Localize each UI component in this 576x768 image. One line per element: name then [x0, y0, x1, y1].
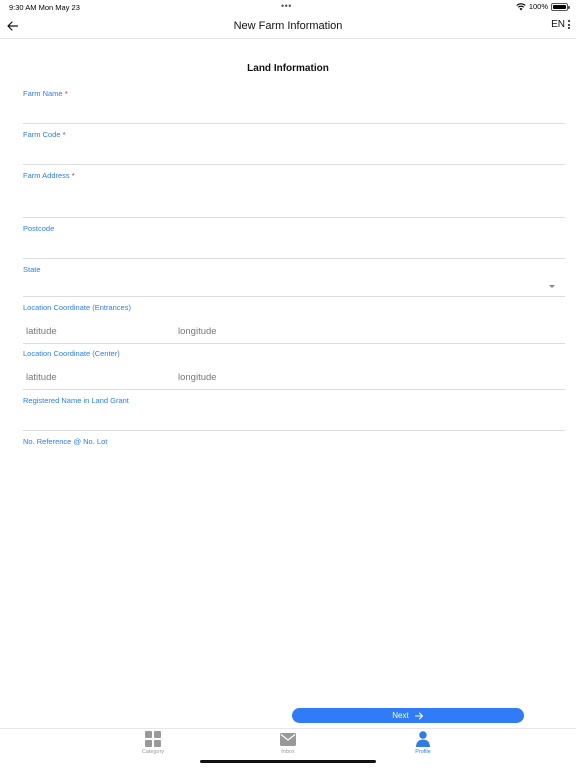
farm-code-field: Farm Code * [23, 130, 565, 165]
center-latitude-input[interactable] [26, 369, 166, 385]
required-marker: * [62, 130, 66, 139]
next-button-label: Next [392, 711, 409, 720]
navigation-bar: New Farm Information EN [0, 14, 576, 39]
tab-category-label: Category [141, 749, 165, 755]
tab-category[interactable]: Category [123, 731, 183, 755]
entrances-latitude-input[interactable] [26, 323, 166, 339]
person-icon [415, 731, 431, 747]
next-button[interactable]: Next [292, 708, 524, 723]
grid-icon [145, 731, 161, 747]
section-title: Land Information [247, 63, 329, 74]
state-label: State [23, 265, 41, 274]
farm-name-input[interactable] [23, 107, 565, 121]
entrances-longitude-input[interactable] [178, 323, 318, 339]
farm-name-field: Farm Name * [23, 89, 565, 124]
language-selector[interactable]: EN [551, 19, 570, 30]
more-vertical-icon [568, 20, 570, 29]
coordinate-center-field: Location Coordinate (Center) [23, 349, 565, 390]
registered-name-label: Registered Name in Land Grant [23, 396, 129, 405]
farm-code-input[interactable] [23, 148, 565, 162]
multitasking-dots-icon[interactable]: ••• [281, 1, 292, 11]
farm-address-label: Farm Address * [23, 171, 75, 180]
status-indicators: 100% [516, 2, 570, 11]
postcode-field: Postcode [23, 224, 565, 259]
wifi-icon [516, 2, 526, 10]
language-label: EN [551, 19, 565, 30]
tab-inbox[interactable]: Inbox [258, 731, 318, 755]
state-select[interactable] [23, 280, 565, 294]
reference-lot-label: No. Reference @ No. Lot [23, 437, 108, 446]
farm-address-label-text: Farm Address [23, 171, 70, 180]
battery-percent: 100% [528, 2, 548, 11]
arrow-right-icon [414, 711, 423, 720]
farm-code-label-text: Farm Code [23, 130, 61, 139]
registered-name-input[interactable] [23, 414, 565, 428]
farm-code-label: Farm Code * [23, 130, 66, 139]
registered-name-field: Registered Name in Land Grant [23, 396, 565, 431]
coordinate-entrances-label: Location Coordinate (Entrances) [23, 303, 131, 312]
postcode-input[interactable] [23, 242, 565, 256]
farm-name-label-text: Farm Name [23, 89, 63, 98]
coordinate-entrances-field: Location Coordinate (Entrances) [23, 303, 565, 344]
farm-address-input[interactable] [23, 201, 565, 215]
center-longitude-input[interactable] [178, 369, 318, 385]
tab-inbox-label: Inbox [281, 749, 295, 755]
status-time: 9:30 AM Mon May 23 [9, 3, 80, 12]
state-field[interactable]: State [23, 265, 565, 297]
page-title: New Farm Information [233, 20, 343, 32]
postcode-label: Postcode [23, 224, 55, 233]
reference-lot-input[interactable] [23, 456, 565, 470]
farm-name-label: Farm Name * [23, 89, 68, 98]
envelope-icon [280, 731, 296, 747]
tab-profile[interactable]: Profile [393, 731, 453, 755]
coordinate-center-label: Location Coordinate (Center) [23, 349, 120, 358]
status-bar: 9:30 AM Mon May 23 ••• 100% [0, 0, 576, 14]
home-indicator [200, 760, 376, 763]
required-marker: * [71, 171, 75, 180]
farm-address-field: Farm Address * [23, 171, 565, 218]
battery-icon [551, 2, 570, 11]
required-marker: * [64, 89, 68, 98]
tab-profile-label: Profile [415, 749, 431, 755]
dropdown-arrow-icon[interactable] [549, 285, 555, 288]
reference-lot-field: No. Reference @ No. Lot [23, 437, 565, 472]
